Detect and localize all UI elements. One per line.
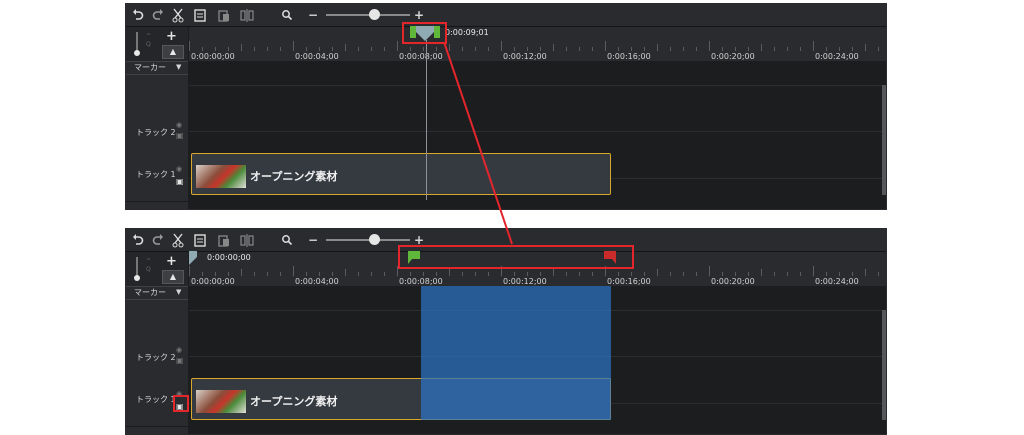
callout-connector (443, 41, 513, 245)
callout-line (443, 41, 513, 245)
